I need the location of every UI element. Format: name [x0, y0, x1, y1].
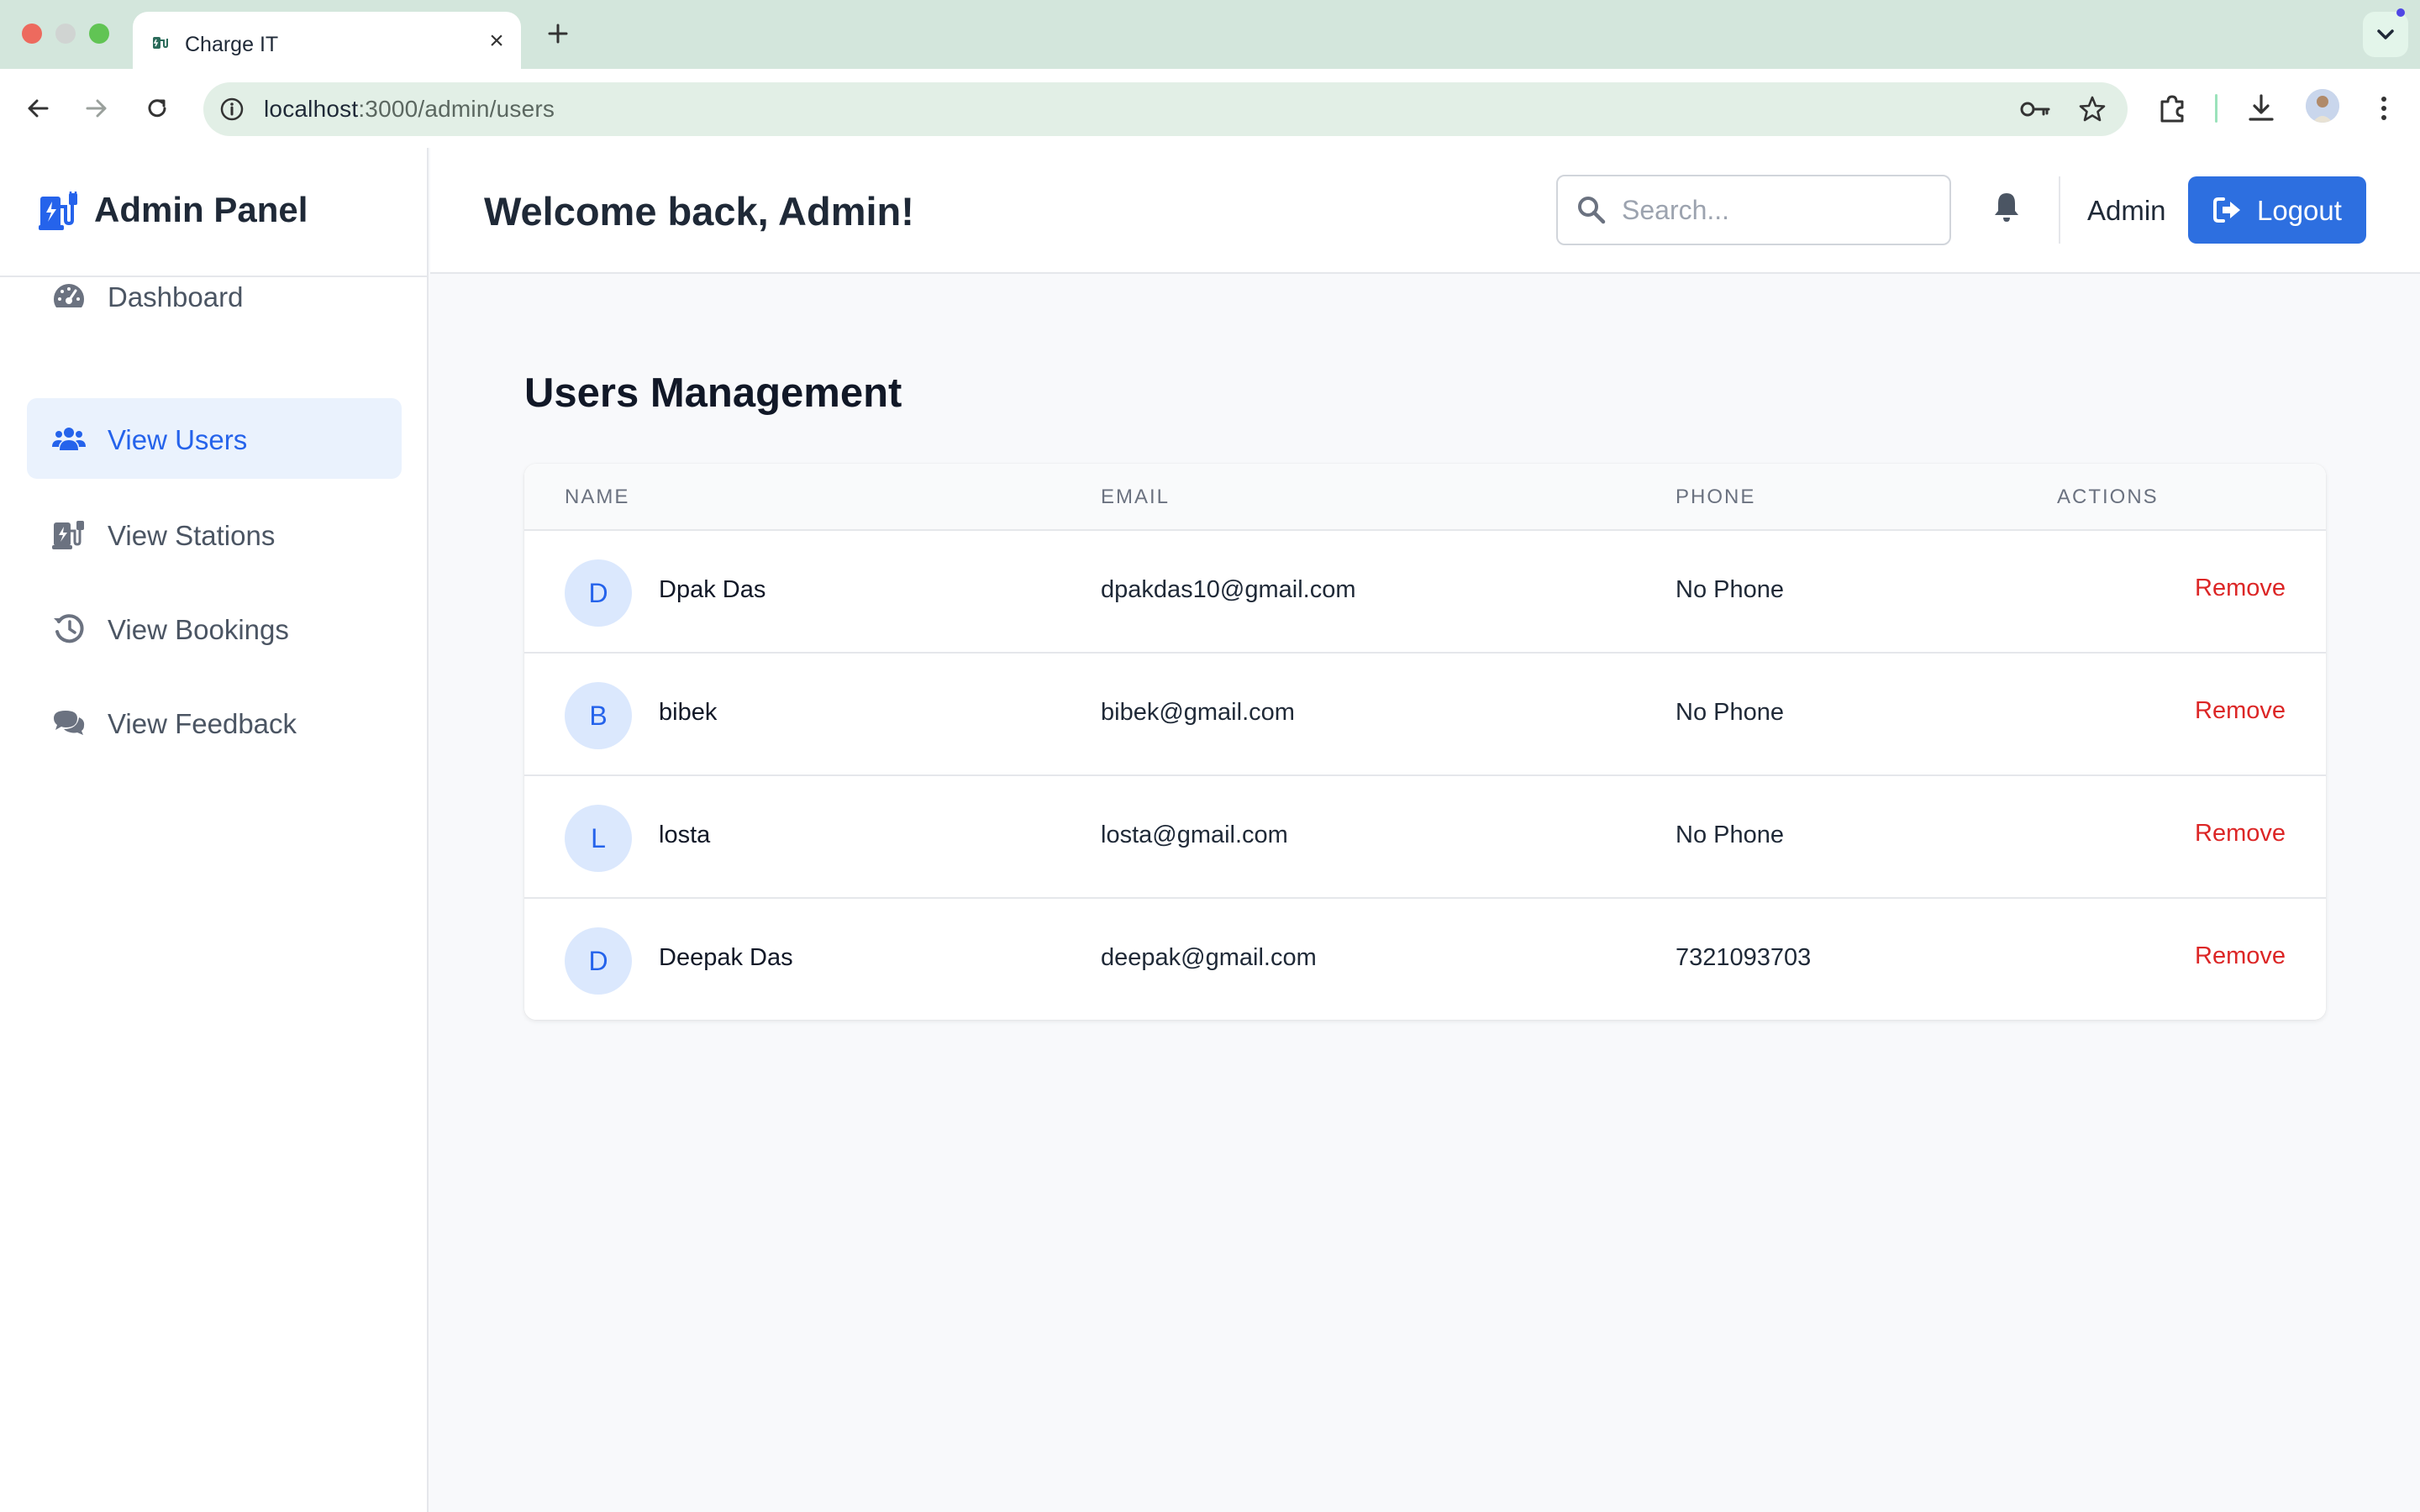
profile-picture-icon: [2306, 89, 2339, 123]
address-bar[interactable]: localhost:3000/admin/users: [203, 82, 2128, 136]
brand-title: Admin Panel: [94, 190, 308, 229]
sidebar-item-label: View Bookings: [108, 614, 289, 645]
user-phone: No Phone: [1676, 822, 1784, 848]
table-row: D Dpak Das dpakdas10@gmail.com No Phone …: [524, 531, 2326, 654]
new-tab-icon[interactable]: [541, 17, 575, 50]
user-name: bibek: [659, 699, 718, 726]
extensions-puzzle-icon[interactable]: [2154, 91, 2190, 126]
remove-user-button[interactable]: Remove: [2195, 820, 2286, 848]
sidebar-item-view-feedback[interactable]: View Feedback: [27, 682, 402, 763]
user-name: losta: [659, 822, 711, 848]
sidebar-item-label: View Users: [108, 424, 248, 455]
logout-button[interactable]: Logout: [2188, 176, 2366, 244]
search-icon: [1578, 197, 1606, 224]
window-maximize-button[interactable]: [89, 24, 109, 44]
notification-dot: [2396, 8, 2405, 17]
sidebar-item-view-bookings[interactable]: View Bookings: [27, 588, 402, 669]
sidebar-item-label: View Feedback: [108, 708, 297, 739]
users-icon: [52, 428, 86, 450]
reload-icon[interactable]: [141, 92, 173, 124]
tab-close-icon[interactable]: ×: [484, 29, 509, 54]
charging-station-icon: [39, 192, 77, 230]
table-row: B bibek bibek@gmail.com No Phone Remove: [524, 654, 2326, 776]
user-phone: 7321093703: [1676, 944, 1812, 971]
charging-station-favicon-icon: [153, 37, 168, 49]
url-text: localhost:3000/admin/users: [264, 96, 555, 122]
page-title: Users Management: [524, 370, 902, 416]
user-email: losta@gmail.com: [1101, 822, 1288, 848]
search-box[interactable]: [1556, 175, 1951, 245]
more-menu-icon[interactable]: [2366, 91, 2402, 126]
charging-station-icon: [52, 521, 84, 549]
search-input[interactable]: [1622, 188, 1933, 232]
user-avatar: D: [565, 927, 632, 995]
table-row: L losta losta@gmail.com No Phone Remove: [524, 776, 2326, 899]
user-email: dpakdas10@gmail.com: [1101, 576, 1356, 603]
sidebar: Admin Panel Dashboard View Users View St…: [0, 148, 429, 1512]
back-arrow-icon[interactable]: [22, 92, 54, 124]
table-header: NAME EMAIL PHONE ACTIONS: [524, 464, 2326, 531]
sign-out-icon: [2213, 197, 2240, 223]
gauge-icon: [54, 284, 84, 307]
user-avatar: B: [565, 682, 632, 749]
column-header-email: EMAIL: [1101, 486, 1171, 508]
profile-avatar[interactable]: [2306, 89, 2339, 123]
column-header-name: NAME: [565, 486, 630, 508]
user-name: Dpak Das: [659, 576, 766, 603]
password-key-icon[interactable]: [2018, 96, 2052, 123]
current-user-name: Admin: [2087, 195, 2166, 226]
column-header-phone: PHONE: [1676, 486, 1756, 508]
header-divider: [2059, 176, 2060, 244]
tab-title: Charge IT: [185, 33, 279, 56]
remove-user-button[interactable]: Remove: [2195, 575, 2286, 602]
user-name: Deepak Das: [659, 944, 793, 971]
comments-icon: [54, 711, 85, 735]
bell-icon[interactable]: [1991, 190, 2022, 223]
browser-tab-active[interactable]: Charge IT ×: [133, 12, 521, 69]
chevron-down-icon: [2377, 29, 2394, 39]
forward-arrow-icon[interactable]: [81, 92, 113, 124]
remove-user-button[interactable]: Remove: [2195, 697, 2286, 725]
browser-tabstrip: Charge IT ×: [0, 0, 2420, 69]
users-table: NAME EMAIL PHONE ACTIONS D Dpak Das dpak…: [524, 464, 2326, 1020]
sidebar-item-view-stations[interactable]: View Stations: [27, 494, 402, 575]
user-avatar: D: [565, 559, 632, 627]
sidebar-item-label: View Stations: [108, 520, 276, 551]
user-phone: No Phone: [1676, 576, 1784, 603]
history-icon: [54, 614, 84, 643]
welcome-message: Welcome back, Admin!: [484, 189, 914, 234]
sidebar-item-label: Dashboard: [108, 281, 244, 312]
top-header: Welcome back, Admin! Admin Logout: [430, 148, 2420, 274]
tab-search-button[interactable]: [2363, 12, 2408, 57]
user-email: deepak@gmail.com: [1101, 944, 1317, 971]
logout-label: Logout: [2257, 195, 2342, 226]
user-email: bibek@gmail.com: [1101, 699, 1295, 726]
site-info-icon[interactable]: [218, 96, 245, 123]
user-avatar: L: [565, 805, 632, 872]
window-minimize-button[interactable]: [55, 24, 76, 44]
bookmark-star-icon[interactable]: [2077, 94, 2107, 124]
toolbar-divider: [2215, 94, 2217, 123]
column-header-actions: ACTIONS: [2057, 486, 2159, 508]
window-close-button[interactable]: [22, 24, 42, 44]
remove-user-button[interactable]: Remove: [2195, 942, 2286, 970]
browser-toolbar: localhost:3000/admin/users: [0, 69, 2420, 148]
user-phone: No Phone: [1676, 699, 1784, 726]
download-icon[interactable]: [2244, 91, 2279, 126]
table-row: D Deepak Das deepak@gmail.com 7321093703…: [524, 899, 2326, 1020]
sidebar-item-view-users[interactable]: View Users: [27, 398, 402, 479]
sidebar-item-dashboard[interactable]: Dashboard: [27, 255, 402, 336]
